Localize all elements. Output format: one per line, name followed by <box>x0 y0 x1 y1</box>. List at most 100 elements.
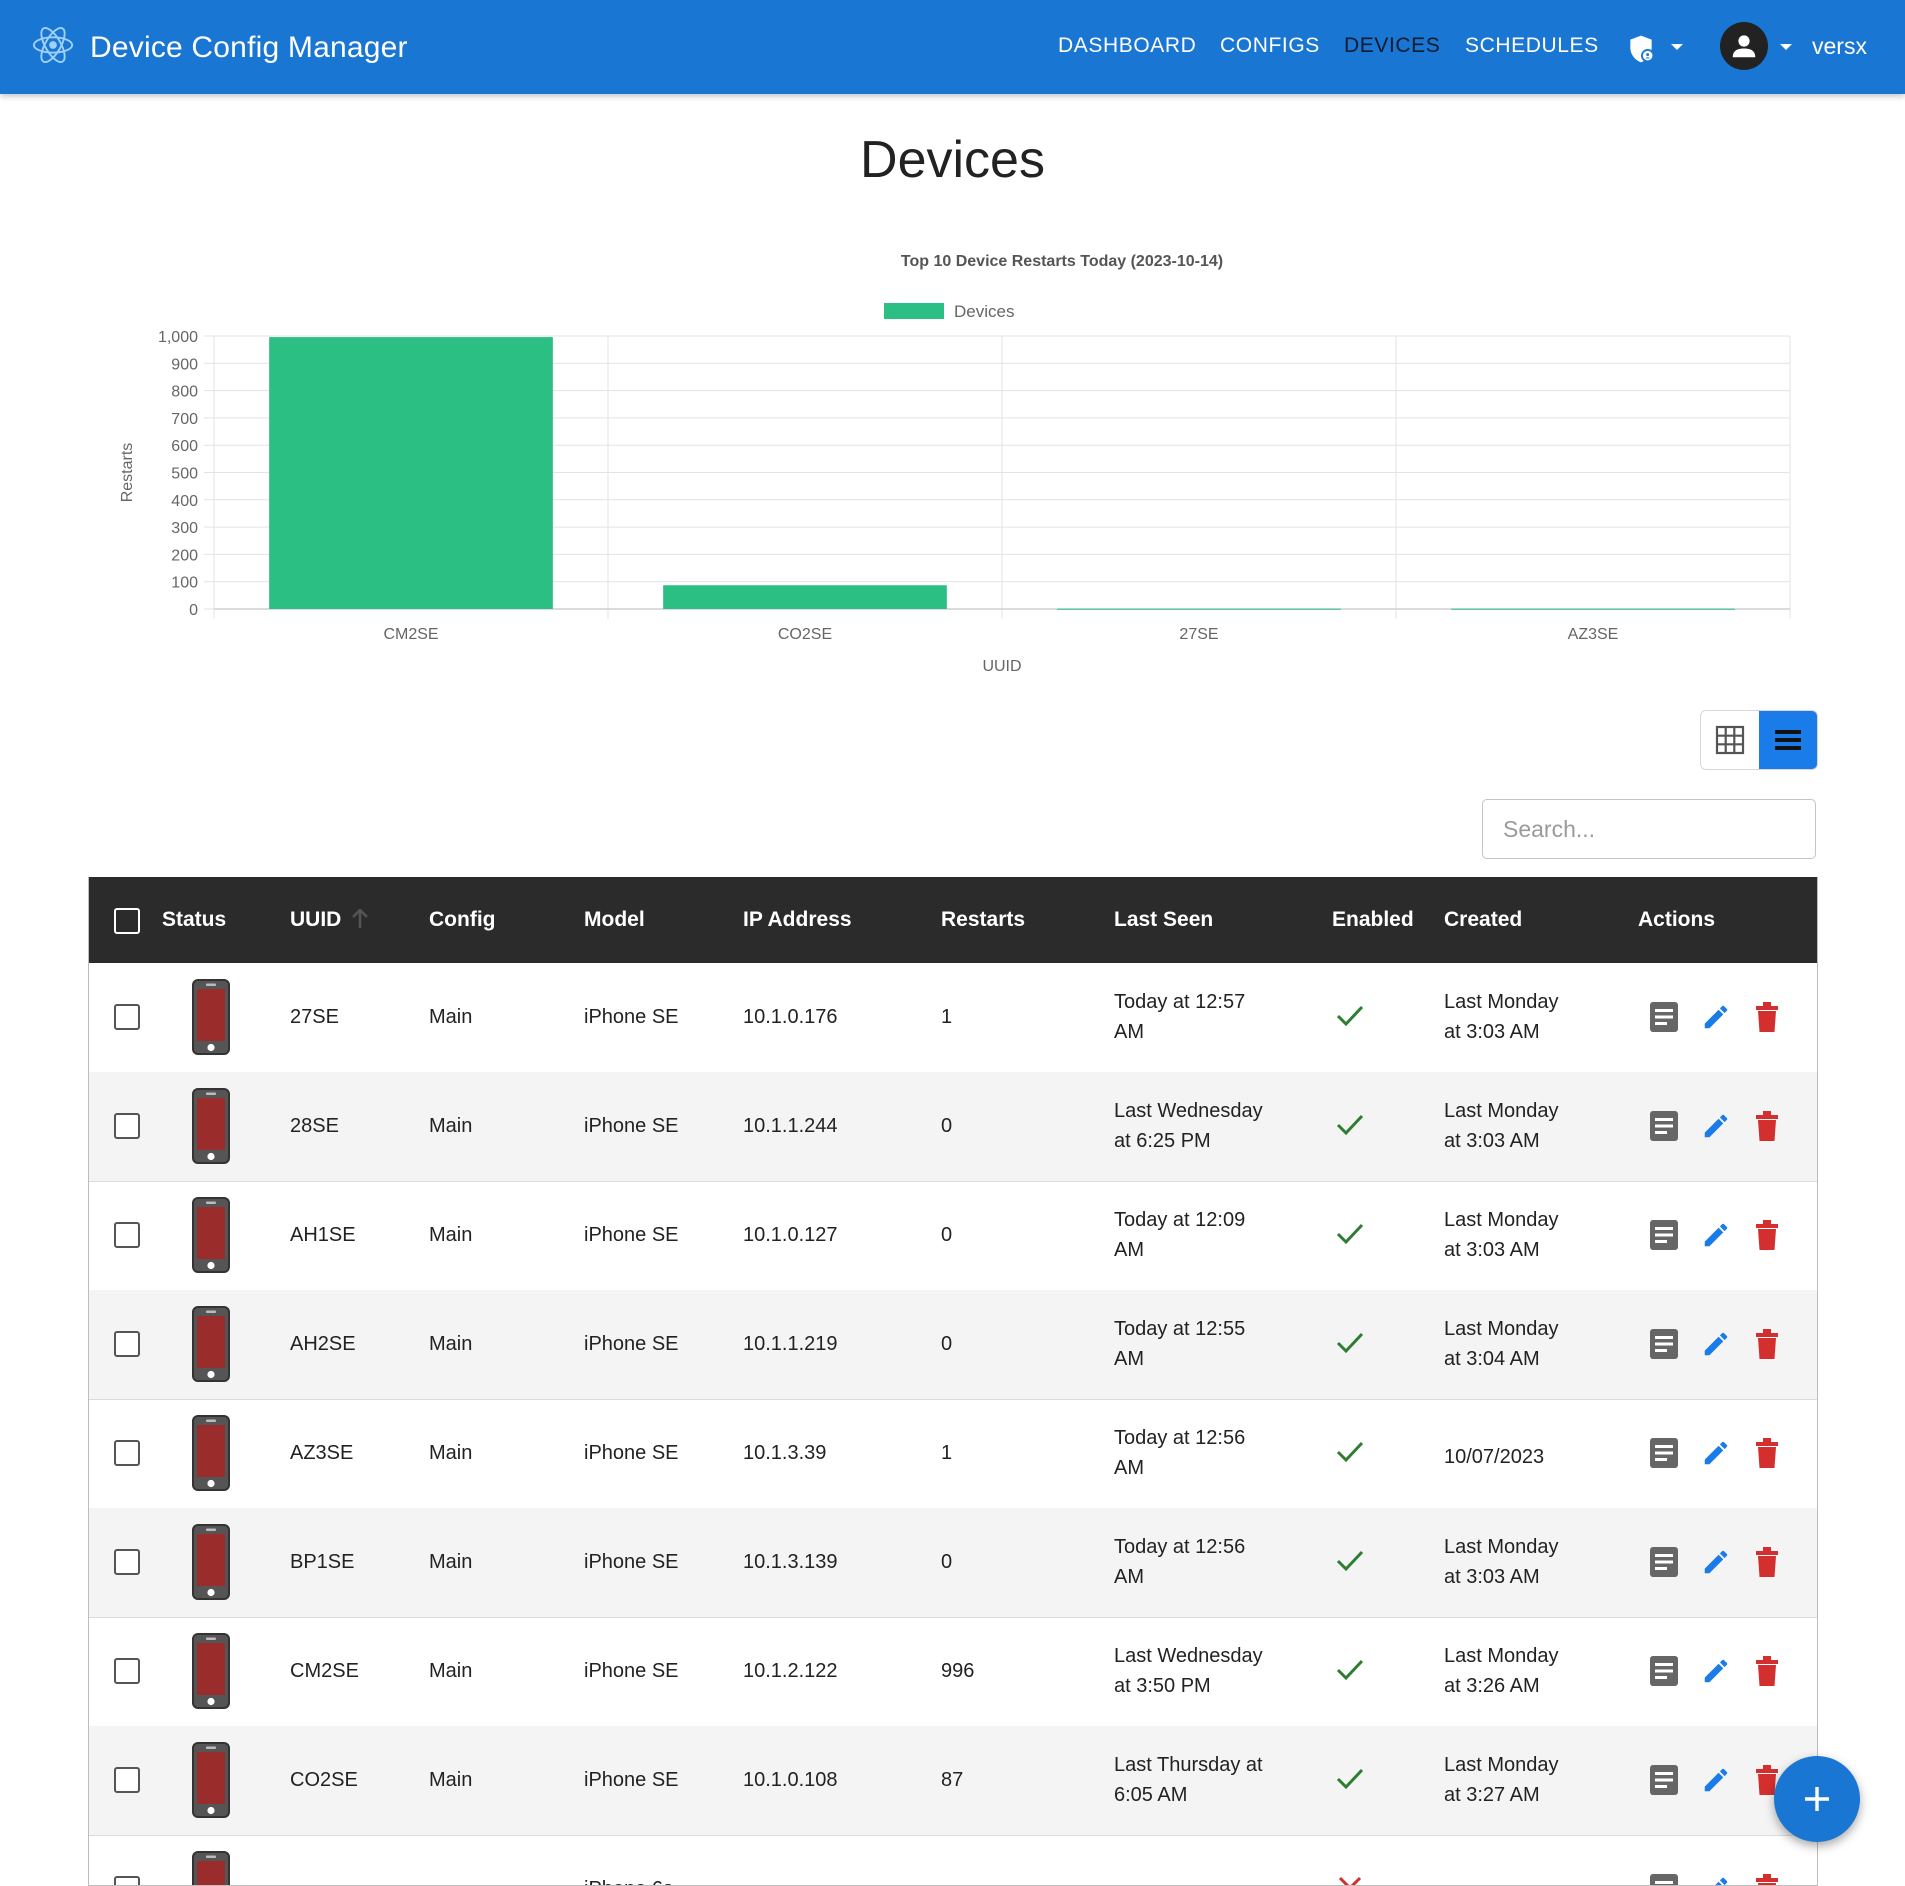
view-details-icon[interactable] <box>1650 1656 1678 1692</box>
cell-restarts: 0 <box>941 1551 953 1573</box>
edit-pencil-icon[interactable] <box>1701 1547 1731 1583</box>
device-status-phone-icon <box>192 1524 230 1606</box>
row-checkbox[interactable] <box>114 1440 140 1466</box>
delete-trash-icon[interactable] <box>1754 1547 1780 1583</box>
table-row[interactable]: AH2SE Main iPhone SE 10.1.1.219 0 Today at 12… <box>89 1290 1817 1400</box>
view-details-icon[interactable] <box>1650 1002 1678 1038</box>
delete-trash-icon[interactable] <box>1754 1220 1780 1256</box>
brand[interactable]: Device Config Manager <box>30 22 408 73</box>
delete-trash-icon[interactable] <box>1754 1329 1780 1365</box>
list-view-button[interactable] <box>1759 711 1817 769</box>
table-row[interactable]: 27SE Main iPhone SE 10.1.0.176 1 Today at 12:… <box>89 963 1817 1073</box>
legend-swatch <box>884 303 944 319</box>
table-row[interactable]: CO2SE Main iPhone SE 10.1.0.108 87 Last Thurs… <box>89 1726 1817 1836</box>
view-details-icon[interactable] <box>1650 1438 1678 1474</box>
header-status[interactable]: Status <box>162 908 226 932</box>
header-ip-address[interactable]: IP Address <box>743 908 852 932</box>
edit-pencil-icon[interactable] <box>1701 1220 1731 1256</box>
user-avatar-icon[interactable] <box>1720 22 1768 70</box>
delete-trash-icon[interactable] <box>1754 1438 1780 1474</box>
header-model[interactable]: Model <box>584 908 645 932</box>
cell-model: iPhone SE <box>584 1442 679 1464</box>
row-checkbox[interactable] <box>114 1331 140 1357</box>
cell-config: Main <box>429 1442 473 1464</box>
cell-last-seen-line: AM <box>1114 1239 1144 1261</box>
cell-ip-address: 10.1.3.39 <box>743 1442 827 1464</box>
edit-pencil-icon[interactable] <box>1701 1874 1731 1885</box>
cell-config: Main <box>429 1769 473 1791</box>
user-menu-chevron-down-icon[interactable] <box>1780 44 1792 50</box>
username[interactable]: versx <box>1812 33 1867 60</box>
header-uuid[interactable]: UUID <box>290 908 341 932</box>
app-bar: Device Config Manager DASHBOARD CONFIGS … <box>0 0 1905 94</box>
view-details-icon[interactable] <box>1650 1547 1678 1583</box>
delete-trash-icon[interactable] <box>1754 1111 1780 1147</box>
enabled-check-icon <box>1336 1003 1364 1035</box>
delete-trash-icon[interactable] <box>1754 1002 1780 1038</box>
header-created[interactable]: Created <box>1444 908 1522 932</box>
row-checkbox[interactable] <box>114 1113 140 1139</box>
nav-devices[interactable]: DEVICES <box>1344 34 1440 58</box>
view-details-icon[interactable] <box>1650 1111 1678 1147</box>
row-checkbox[interactable] <box>114 1004 140 1030</box>
cell-created: Last Monday at 3:27 AM <box>1444 1750 1559 1810</box>
enabled-check-icon <box>1336 1221 1364 1253</box>
x-tick-label: CM2SE <box>383 626 438 643</box>
admin-shield-icon[interactable] <box>1625 33 1657 70</box>
view-details-icon[interactable] <box>1650 1874 1678 1885</box>
grid-view-button[interactable] <box>1701 711 1759 769</box>
cell-ip-address: 10.1.1.219 <box>743 1333 838 1355</box>
nav-dashboard[interactable]: DASHBOARD <box>1058 34 1196 58</box>
table-row[interactable]: AZ3SE Main iPhone SE 10.1.3.39 1 Today at 12:… <box>89 1399 1817 1509</box>
row-checkbox[interactable] <box>114 1549 140 1575</box>
x-axis-title: UUID <box>982 658 1021 675</box>
cell-model: iPhone SE <box>584 1006 679 1028</box>
table-row[interactable]: BP1SE Main iPhone SE 10.1.3.139 0 Today at 12… <box>89 1508 1817 1618</box>
table-row[interactable]: CM2SE Main iPhone SE 10.1.2.122 996 Last Wedn… <box>89 1617 1817 1727</box>
delete-trash-icon[interactable] <box>1754 1874 1780 1885</box>
delete-trash-icon[interactable] <box>1754 1656 1780 1692</box>
edit-pencil-icon[interactable] <box>1701 1438 1731 1474</box>
cell-last-seen-line: Last Wednesday <box>1114 1645 1263 1667</box>
table-row[interactable]: AH1SE Main iPhone SE 10.1.0.127 0 Today at 12… <box>89 1181 1817 1291</box>
row-checkbox[interactable] <box>114 1222 140 1248</box>
cell-created: Last Monday at 3:03 AM <box>1444 1532 1559 1592</box>
cell-uuid: 27SE <box>290 1006 339 1028</box>
cell-created-line: at 3:03 AM <box>1444 1566 1540 1588</box>
view-details-icon[interactable] <box>1650 1329 1678 1365</box>
edit-pencil-icon[interactable] <box>1701 1111 1731 1147</box>
select-all-checkbox[interactable] <box>114 908 140 934</box>
nav-configs[interactable]: CONFIGS <box>1220 34 1320 58</box>
cell-restarts: 0 <box>941 1224 953 1246</box>
table-row[interactable]: iPhone 6s <box>89 1835 1817 1885</box>
device-status-phone-icon <box>192 979 230 1061</box>
nav-schedules[interactable]: SCHEDULES <box>1465 34 1599 58</box>
header-restarts[interactable]: Restarts <box>941 908 1025 932</box>
cell-created-line: at 3:03 AM <box>1444 1021 1540 1043</box>
view-details-icon[interactable] <box>1650 1220 1678 1256</box>
add-device-button[interactable] <box>1774 1756 1860 1842</box>
search-input[interactable] <box>1482 799 1816 859</box>
header-enabled[interactable]: Enabled <box>1332 908 1414 932</box>
header-config[interactable]: Config <box>429 908 495 932</box>
edit-pencil-icon[interactable] <box>1701 1765 1731 1801</box>
cell-last-seen-line: Today at 12:09 <box>1114 1209 1246 1231</box>
row-checkbox[interactable] <box>114 1658 140 1684</box>
view-details-icon[interactable] <box>1650 1765 1678 1801</box>
cell-uuid: CM2SE <box>290 1660 359 1682</box>
cell-last-seen-line: Today at 12:56 <box>1114 1536 1246 1558</box>
admin-menu-chevron-down-icon[interactable] <box>1671 44 1683 50</box>
react-logo-icon <box>30 22 76 73</box>
cell-ip-address: 10.1.2.122 <box>743 1660 838 1682</box>
edit-pencil-icon[interactable] <box>1701 1329 1731 1365</box>
edit-pencil-icon[interactable] <box>1701 1002 1731 1038</box>
header-last-seen[interactable]: Last Seen <box>1114 908 1213 932</box>
cell-restarts: 1 <box>941 1006 953 1028</box>
cell-created-line: Last Monday <box>1444 1100 1559 1122</box>
sort-arrow-up-icon[interactable] <box>351 908 369 935</box>
cell-created: Last Monday at 3:03 AM <box>1444 1205 1559 1265</box>
cell-uuid: AH2SE <box>290 1333 356 1355</box>
edit-pencil-icon[interactable] <box>1701 1656 1731 1692</box>
row-checkbox[interactable] <box>114 1767 140 1793</box>
table-row[interactable]: 28SE Main iPhone SE 10.1.1.244 0 Last Wednesd… <box>89 1072 1817 1182</box>
